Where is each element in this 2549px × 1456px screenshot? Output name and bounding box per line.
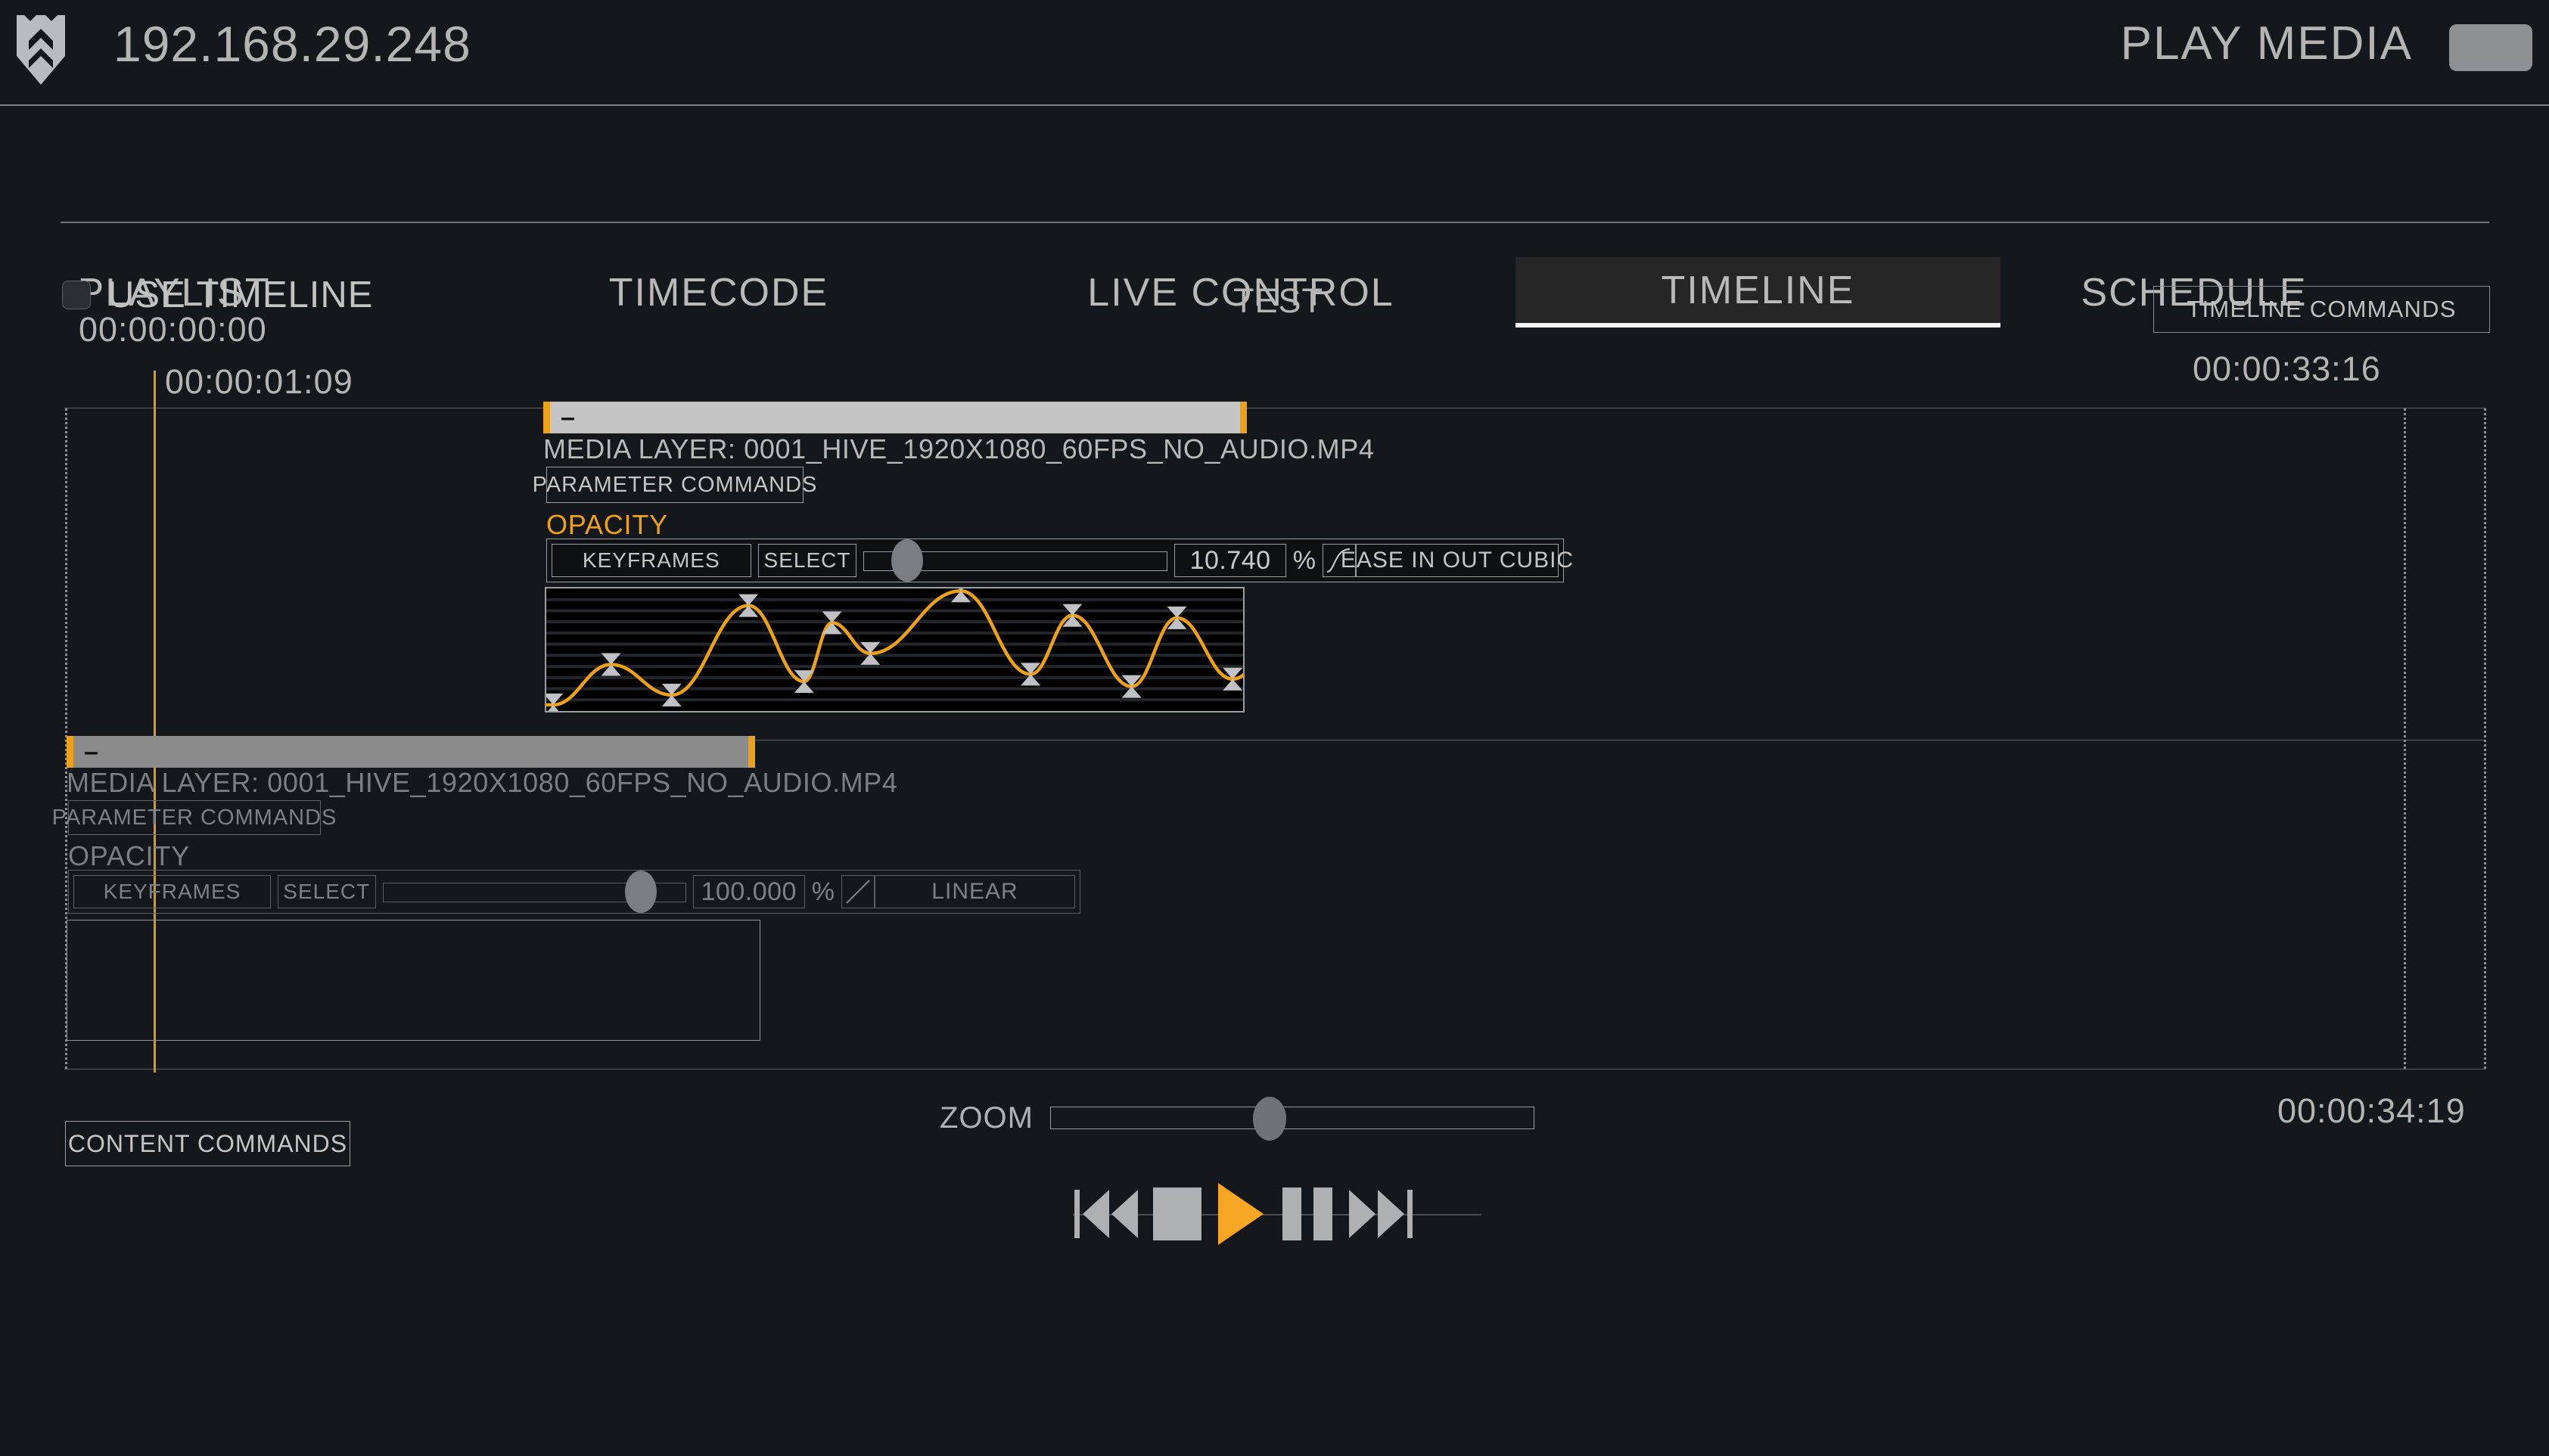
layer-2-value-slider[interactable]	[382, 871, 686, 913]
tabs-underline	[61, 222, 2489, 223]
layer-1-parameter-commands-button[interactable]: PARAMETER COMMANDS	[533, 467, 816, 503]
layer-2-clip-bar[interactable]: –	[67, 736, 755, 768]
timecode-start: 00:00:00:00	[79, 310, 267, 349]
pause-icon[interactable]	[1277, 1169, 1338, 1259]
minus-icon[interactable]: –	[84, 739, 98, 765]
transport-controls	[1058, 1169, 1497, 1259]
layer-1-clip-handle-left[interactable]	[543, 402, 550, 433]
main-tabs: PLAYLIST TIMECODE LIVE CONTROL TIMELINE …	[0, 106, 2549, 328]
tab-timecode[interactable]: TIMECODE	[605, 257, 832, 328]
hive-shield-logo-icon	[17, 15, 65, 85]
layer-1-keyframe-graph[interactable]	[543, 579, 1295, 716]
ip-address-label: 192.168.29.248	[113, 16, 471, 72]
content-commands-button[interactable]: CONTENT COMMANDS	[65, 1121, 350, 1166]
layer-1-slider-thumb[interactable]	[891, 539, 924, 582]
keyframe-handle[interactable]	[1062, 604, 1083, 627]
use-timeline-checkbox[interactable]	[62, 281, 91, 309]
layer-2-slider-thumb[interactable]	[624, 871, 657, 913]
layer-1-unit-label: %	[1292, 545, 1316, 575]
minus-icon[interactable]: –	[561, 405, 575, 430]
layer-1-name: MEDIA LAYER: 0001_HIVE_1920X1080_60FPS_N…	[543, 433, 1375, 464]
keyframe-curve-chart	[543, 579, 1295, 716]
layer-1-clip-handle-right[interactable]	[1240, 402, 1247, 433]
layer-2-parameter-commands-button[interactable]: PARAMETER COMMANDS	[52, 800, 336, 835]
timeline-guide-clip-end	[2404, 408, 2406, 1069]
stop-icon[interactable]	[1149, 1169, 1206, 1259]
timecode-clip-end: 00:00:33:16	[2193, 349, 2381, 388]
skip-forward-icon[interactable]	[1348, 1169, 1416, 1259]
tab-timeline[interactable]: TIMELINE	[1515, 257, 2000, 328]
app-header: 192.168.29.248 PLAY MEDIA	[0, 0, 2549, 106]
layer-2-easing-label[interactable]: LINEAR	[874, 875, 1075, 908]
layer-2-clip-handle-right[interactable]	[748, 736, 755, 768]
layer-1-parameter-label: OPACITY	[546, 509, 668, 540]
keyframe-handle[interactable]	[1121, 675, 1142, 698]
layer-1-easing-select[interactable]: EASE IN OUT CUBIC	[1322, 544, 1573, 577]
layer-1-clip-body[interactable]: –	[550, 402, 1240, 433]
timeline-guide-total	[2484, 408, 2486, 1069]
layer-2-select-button[interactable]: SELECT	[278, 875, 376, 908]
layer-1-value-field[interactable]: 10.740	[1174, 544, 1286, 577]
layer-2-keyframe-graph[interactable]	[67, 920, 760, 1041]
layer-2-clip-body[interactable]: –	[73, 736, 748, 768]
header-mode-button[interactable]	[2449, 24, 2532, 71]
timecode-playhead: 00:00:01:09	[165, 362, 353, 401]
skip-back-icon[interactable]	[1073, 1169, 1141, 1259]
layer-2-parameter-label: OPACITY	[68, 840, 190, 871]
layer-1-clip-bar[interactable]: –	[543, 402, 1247, 433]
layer-1-select-button[interactable]: SELECT	[757, 544, 857, 577]
layer-2-name: MEDIA LAYER: 0001_HIVE_1920X1080_60FPS_N…	[67, 767, 898, 798]
layer-1-value-slider[interactable]	[863, 539, 1168, 582]
zoom-slider-thumb[interactable]	[1252, 1097, 1286, 1141]
linear-curve-icon	[841, 875, 875, 908]
zoom-slider-track	[1049, 1107, 1534, 1129]
zoom-slider[interactable]	[1049, 1097, 1534, 1141]
zoom-control: ZOOM	[940, 1097, 1534, 1141]
project-title: TEST	[1233, 281, 1324, 320]
zoom-label: ZOOM	[940, 1101, 1034, 1135]
layer-1-keyframes-button[interactable]: KEYFRAMES	[552, 544, 751, 577]
layer-2-easing-select[interactable]: LINEAR	[841, 875, 1075, 908]
layer-2-unit-label: %	[811, 877, 835, 906]
layer-2-keyframes-button[interactable]: KEYFRAMES	[73, 875, 271, 908]
mode-label: PLAY MEDIA	[2120, 17, 2413, 70]
play-icon[interactable]	[1213, 1169, 1267, 1259]
timecode-total: 00:00:34:19	[2277, 1091, 2466, 1130]
app-root: 192.168.29.248 PLAY MEDIA PLAYLIST TIMEC…	[0, 0, 2549, 1456]
layer-1-easing-label[interactable]: EASE IN OUT CUBIC	[1341, 544, 1573, 577]
layer-2-parameter-controls: KEYFRAMES SELECT 100.000 % LINEAR	[68, 870, 1080, 914]
timeline-commands-button[interactable]: TIMELINE COMMANDS	[2153, 286, 2490, 333]
layer-1-parameter-controls: KEYFRAMES SELECT 10.740 % EASE IN OUT CU…	[546, 539, 1573, 582]
bottom-wizard-nav: DEVICE MAP MEDIA PLAY ADJUST	[0, 1354, 2549, 1456]
layer-2-value-field[interactable]: 100.000	[692, 875, 805, 908]
layer-2-clip-handle-left[interactable]	[67, 736, 73, 768]
